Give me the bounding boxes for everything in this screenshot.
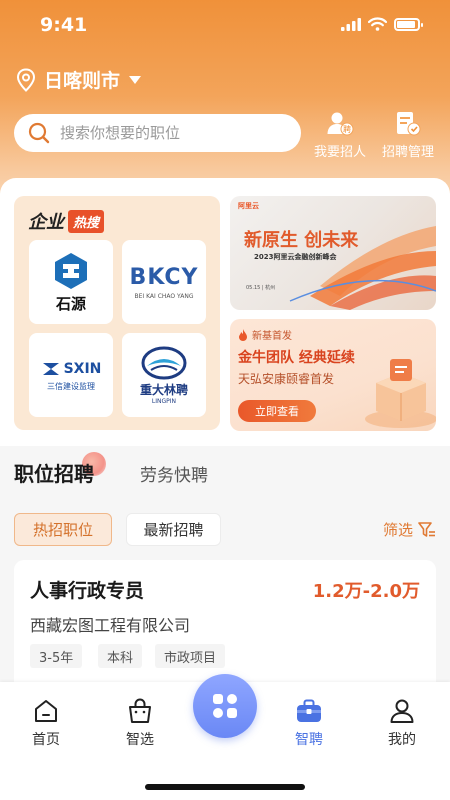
banner-top-meta: 05.15 | 杭州 bbox=[246, 285, 276, 291]
company-logo-linpin[interactable]: 重大林聘 LINGPIN bbox=[122, 333, 206, 417]
banner-view-button[interactable]: 立即查看 bbox=[238, 400, 316, 422]
banner-alibaba-summit[interactable]: 阿里云 新原生 创未来 2023阿里云金融创新峰会 05.15 | 杭州 bbox=[230, 196, 436, 310]
job-tag-category: 市政项目 bbox=[155, 644, 226, 668]
job-company: 西藏宏图工程有限公司 bbox=[30, 616, 191, 635]
chip-hot-jobs[interactable]: 热招职位 bbox=[14, 513, 112, 546]
nav-select[interactable]: 智选 bbox=[110, 696, 170, 749]
home-icon bbox=[31, 696, 61, 726]
recruit-label: 我要招人 bbox=[314, 145, 367, 160]
enterprise-title: 企业 热搜 bbox=[28, 208, 105, 234]
chip-latest-label: 最新招聘 bbox=[143, 521, 204, 539]
bkcy-logo: BKCY bbox=[129, 264, 199, 290]
shopping-bag-icon bbox=[125, 696, 155, 726]
sxin-subtitle: 三信建设监理 bbox=[47, 381, 95, 391]
hot-badge: 热搜 bbox=[68, 209, 105, 233]
search-icon bbox=[28, 122, 50, 144]
nav-recruit[interactable]: 智聘 bbox=[279, 696, 339, 749]
bkcy-subtitle: BEI KAI CHAO YANG bbox=[134, 292, 194, 300]
user-icon bbox=[387, 696, 417, 726]
tab-job-recruit[interactable]: 职位招聘 bbox=[14, 458, 94, 487]
enterprise-hot-panel: 企业 热搜 石源 BKCY BEI KAI CHAO YANG SXIN 三信建… bbox=[14, 196, 220, 430]
filter-button[interactable]: 筛选 bbox=[383, 519, 436, 540]
battery-icon bbox=[394, 17, 423, 31]
company-logo-bkcy[interactable]: BKCY BEI KAI CHAO YANG bbox=[122, 240, 206, 324]
center-action-button[interactable] bbox=[193, 674, 257, 738]
shiyuan-logo bbox=[55, 252, 87, 289]
chip-latest-jobs[interactable]: 最新招聘 bbox=[126, 513, 221, 546]
caret-down-icon bbox=[129, 75, 142, 84]
linpin-name: 重大林聘 bbox=[139, 382, 188, 397]
recruit-person-icon: 聘 bbox=[325, 110, 355, 138]
svg-text:聘: 聘 bbox=[343, 124, 351, 134]
tab-labor-quick[interactable]: 劳务快聘 bbox=[140, 461, 208, 486]
banner-top-sub: 2023阿里云金融创新峰会 bbox=[254, 253, 337, 261]
search-bar[interactable] bbox=[14, 114, 301, 152]
banner-bottom-tag: 新基首发 bbox=[252, 331, 292, 342]
linpin-subtitle: LINGPIN bbox=[151, 397, 177, 405]
wifi-icon bbox=[368, 17, 387, 31]
job-tag-experience: 3-5年 bbox=[30, 644, 83, 668]
sxin-name: SXIN bbox=[63, 360, 102, 377]
chip-hot-label: 热招职位 bbox=[32, 521, 93, 539]
banner-decor-box bbox=[365, 359, 436, 428]
company-logo-shiyuan[interactable]: 石源 bbox=[29, 240, 113, 324]
location-pin-icon bbox=[16, 67, 36, 92]
recruit-button[interactable]: 聘 我要招人 bbox=[314, 110, 366, 160]
briefcase-icon bbox=[294, 696, 324, 726]
nav-recruit-label: 智聘 bbox=[295, 732, 323, 748]
job-salary: 1.2万-2.0万 bbox=[312, 581, 420, 602]
status-bar: 9:41 bbox=[0, 0, 450, 54]
enterprise-title-text: 企业 bbox=[28, 212, 64, 233]
linpin-logo bbox=[141, 346, 187, 379]
banner-bottom-sub: 天弘安康颐睿首发 bbox=[238, 372, 335, 386]
banner-view-label: 立即查看 bbox=[255, 405, 299, 418]
filter-icon bbox=[418, 521, 435, 537]
status-icons bbox=[341, 17, 423, 31]
flame-icon bbox=[239, 328, 247, 341]
nav-home-label: 首页 bbox=[32, 732, 60, 748]
company-logo-sxin[interactable]: SXIN 三信建设监理 bbox=[29, 333, 113, 417]
recruit-manage-label: 招聘管理 bbox=[382, 145, 435, 160]
job-title: 人事行政专员 bbox=[30, 580, 145, 602]
banner-fund-launch[interactable]: 新基首发 金牛团队 经典延续 天弘安康颐睿首发 立即查看 bbox=[230, 319, 436, 431]
nav-profile-label: 我的 bbox=[388, 732, 416, 748]
recruit-manage-button[interactable]: 招聘管理 bbox=[382, 110, 434, 160]
search-input[interactable] bbox=[60, 124, 280, 142]
home-indicator[interactable] bbox=[145, 784, 305, 790]
banner-bottom-headline: 金牛团队 经典延续 bbox=[238, 350, 355, 366]
grid-blocks-icon bbox=[213, 694, 237, 718]
nav-home[interactable]: 首页 bbox=[16, 696, 76, 749]
recruit-manage-icon bbox=[393, 110, 423, 138]
filter-label: 筛选 bbox=[382, 521, 413, 539]
location-selector[interactable]: 日喀则市 bbox=[16, 66, 142, 93]
signal-icon bbox=[341, 17, 361, 31]
city-name: 日喀则市 bbox=[44, 70, 121, 92]
company-name-shiyuan: 石源 bbox=[55, 294, 86, 313]
nav-profile[interactable]: 我的 bbox=[372, 696, 432, 749]
status-time: 9:41 bbox=[40, 14, 88, 36]
sxin-logo bbox=[42, 362, 59, 375]
banner-top-brand: 阿里云 bbox=[238, 202, 259, 210]
nav-select-label: 智选 bbox=[126, 732, 154, 748]
banner-top-headline: 新原生 创未来 bbox=[244, 230, 359, 251]
job-tag-education: 本科 bbox=[98, 644, 143, 668]
